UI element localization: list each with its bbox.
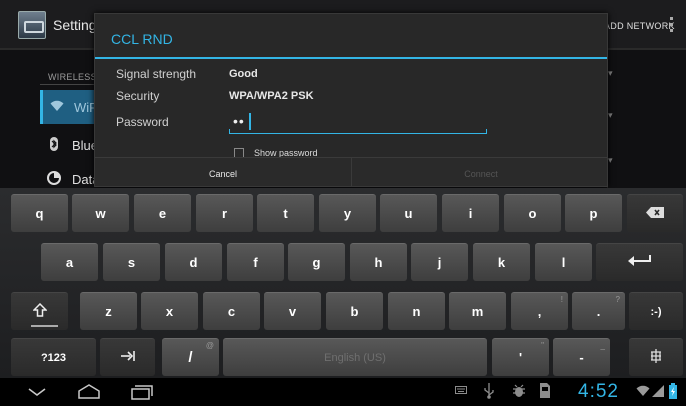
dialog-title: CCL RND	[111, 31, 173, 47]
data-usage-icon	[46, 170, 62, 188]
key-k[interactable]: k	[473, 243, 530, 281]
smiley-key[interactable]: :-)	[629, 292, 683, 330]
key-r[interactable]: r	[196, 194, 253, 232]
shift-key[interactable]	[11, 292, 68, 330]
signal-strength-label: Signal strength	[116, 67, 197, 81]
key-x[interactable]: x	[141, 292, 198, 330]
key-label: /	[188, 349, 193, 366]
key-i[interactable]: i	[442, 194, 499, 232]
password-input[interactable]: ••	[229, 112, 487, 134]
key-slash[interactable]: / @	[162, 338, 219, 376]
sd-card-icon	[540, 383, 550, 401]
key-n[interactable]: n	[388, 292, 445, 330]
wifi-connect-dialog: CCL RND Signal strength Good Security WP…	[94, 13, 608, 187]
key-dash[interactable]: - _	[553, 338, 610, 376]
tab-icon	[120, 351, 135, 364]
bluetooth-icon	[46, 136, 62, 154]
dialog-button-bar: Cancel Connect	[95, 157, 607, 186]
key-b[interactable]: b	[326, 292, 383, 330]
key-hint: !	[560, 295, 563, 304]
key-label: -	[579, 350, 584, 365]
tab-key[interactable]	[100, 338, 155, 376]
symbols-key[interactable]: ?123	[11, 338, 96, 376]
connect-button[interactable]: Connect	[353, 158, 607, 186]
home-icon[interactable]	[76, 383, 102, 401]
key-t[interactable]: t	[257, 194, 314, 232]
key-m[interactable]: m	[449, 292, 506, 330]
key-apostrophe[interactable]: ' "	[492, 338, 549, 376]
key-hint: @	[205, 341, 214, 350]
hide-keyboard-icon[interactable]	[26, 383, 48, 401]
key-period[interactable]: . ?	[572, 292, 625, 330]
enter-icon	[627, 255, 652, 270]
settings-app-icon[interactable]	[18, 11, 46, 39]
key-p[interactable]: p	[565, 194, 622, 232]
sidebar-item-data-usage[interactable]: Data	[40, 162, 100, 188]
key-comma[interactable]: , !	[511, 292, 568, 330]
sidebar-item-wifi[interactable]: WiFi	[40, 90, 100, 124]
enter-key[interactable]	[596, 243, 683, 281]
key-h[interactable]: h	[350, 243, 407, 281]
key-q[interactable]: q	[11, 194, 68, 232]
key-d[interactable]: d	[165, 243, 222, 281]
key-label: .	[596, 304, 601, 319]
key-f[interactable]: f	[227, 243, 284, 281]
space-key[interactable]: English (US)	[223, 338, 487, 376]
password-value: ••	[233, 113, 245, 129]
keyboard-icon	[455, 386, 467, 397]
overflow-menu-icon[interactable]	[670, 17, 674, 33]
section-divider	[40, 84, 100, 85]
key-j[interactable]: j	[411, 243, 468, 281]
sidebar-item-bluetooth[interactable]: Blue	[40, 128, 100, 162]
network-list-pane	[607, 58, 657, 188]
key-u[interactable]: u	[380, 194, 437, 232]
signal-strength-value: Good	[229, 68, 258, 80]
key-hint: _	[600, 341, 605, 350]
keyboard-settings-key[interactable]	[629, 338, 683, 376]
password-label: Password	[116, 115, 169, 129]
key-e[interactable]: e	[134, 194, 191, 232]
section-header-wireless: WIRELESS	[48, 72, 97, 82]
key-y[interactable]: y	[319, 194, 376, 232]
key-l[interactable]: l	[535, 243, 592, 281]
key-hint: ?	[615, 295, 620, 304]
usb-icon	[484, 383, 494, 402]
key-s[interactable]: s	[103, 243, 160, 281]
battery-icon	[669, 383, 677, 402]
cell-signal-icon	[652, 385, 664, 400]
key-label: '	[518, 350, 523, 365]
wifi-lock-icon: ▾	[608, 155, 613, 165]
space-key-label: English (US)	[324, 351, 386, 364]
clock: 4:52	[578, 381, 619, 402]
system-bar: 4:52	[0, 378, 686, 406]
keyboard-settings-icon	[650, 349, 662, 366]
security-value: WPA/WPA2 PSK	[229, 90, 314, 102]
key-c[interactable]: c	[203, 292, 260, 330]
wifi-icon	[49, 100, 64, 115]
key-a[interactable]: a	[41, 243, 98, 281]
backspace-key[interactable]	[627, 194, 683, 232]
key-v[interactable]: v	[264, 292, 321, 330]
text-cursor	[249, 113, 251, 130]
debug-icon	[513, 383, 525, 402]
key-w[interactable]: w	[72, 194, 129, 232]
recent-apps-icon[interactable]	[130, 383, 154, 401]
soft-keyboard: q w e r t y u i o p a s d f g h j k l z …	[0, 188, 686, 378]
backspace-icon	[646, 206, 664, 221]
shift-indicator	[31, 325, 58, 327]
key-o[interactable]: o	[504, 194, 561, 232]
cancel-button[interactable]: Cancel	[95, 158, 352, 186]
wifi-signal-icon	[636, 385, 650, 400]
wifi-lock-icon: ▾	[608, 68, 613, 78]
title-divider	[95, 57, 607, 59]
shift-icon	[31, 302, 48, 320]
key-g[interactable]: g	[288, 243, 345, 281]
add-network-button[interactable]: ADD NETWORK	[604, 21, 675, 31]
key-z[interactable]: z	[80, 292, 137, 330]
wifi-lock-icon: ▾	[608, 110, 613, 120]
key-hint: "	[541, 341, 544, 350]
key-label: ,	[537, 304, 542, 319]
security-label: Security	[116, 89, 160, 103]
